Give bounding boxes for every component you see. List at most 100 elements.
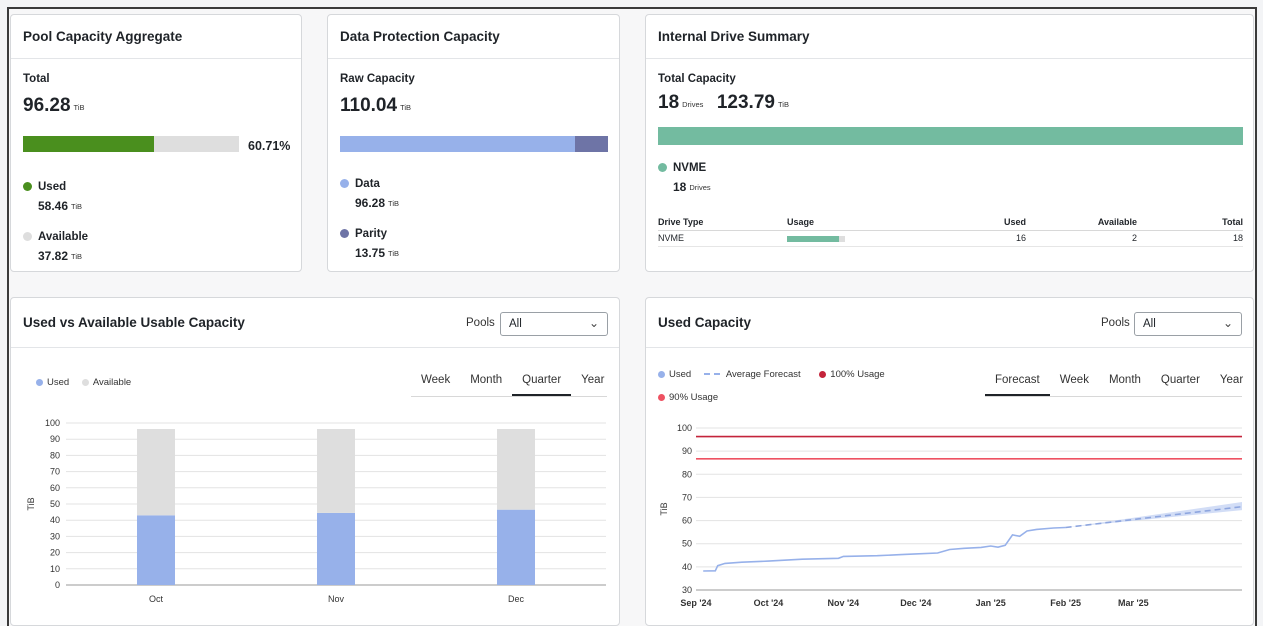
y-tick-label: 90 [50, 434, 60, 444]
x-tick-label: Dec [508, 594, 525, 604]
total-unit: TiB [73, 103, 85, 112]
tab-quarter[interactable]: Quarter [1151, 374, 1210, 396]
used-percent: 60.71% [248, 139, 291, 153]
pool-capacity-card: Pool Capacity Aggregate Total 96.28 TiB 6… [10, 14, 302, 272]
used-capacity-legend: Used Average Forecast 100% Usage [658, 369, 885, 380]
tab-week[interactable]: Week [1050, 374, 1099, 396]
legend-90: 90% Usage [669, 392, 719, 403]
drive-capacity-unit: TiB [777, 100, 789, 109]
tab-month[interactable]: Month [460, 374, 512, 396]
y-tick-label: 60 [682, 516, 692, 526]
tab-month[interactable]: Month [1099, 374, 1151, 396]
y-tick-label: 80 [682, 469, 692, 479]
drive-capacity: 123.79 [716, 92, 775, 113]
available-dot-icon [23, 232, 32, 241]
parity-fill [574, 136, 608, 152]
legend-data-label: Data [355, 178, 380, 190]
parity-unit: TiB [388, 249, 400, 258]
data-dot-icon [340, 179, 349, 188]
pools-select-value: All [509, 318, 522, 330]
bar-used [137, 515, 175, 585]
usable-capacity-card: Used vs Available Usable Capacity Pools … [10, 297, 620, 626]
available-dot-icon [81, 379, 89, 386]
y-tick-label: 40 [50, 515, 60, 525]
usable-capacity-chart: 0 10 20 30 40 50 60 70 80 90 100 TiB Oct Nov Dec [26, 418, 606, 604]
legend-100: 100% Usage [830, 369, 885, 380]
row-drive-type: NVME [658, 233, 685, 243]
y-tick-label: 30 [50, 531, 60, 541]
bar-used [317, 512, 355, 585]
tab-forecast[interactable]: Forecast [985, 374, 1050, 396]
available-fill [154, 136, 239, 152]
bar-available [137, 429, 175, 516]
x-tick-label: Sep '24 [680, 598, 711, 608]
raw-capacity-value: 110.04 [340, 95, 398, 116]
legend-available: Available 37.82 TiB [23, 227, 88, 263]
raw-capacity-group: 110.04 TiB [340, 95, 411, 117]
y-tick-label: 50 [682, 539, 692, 549]
table-row: NVME 16 2 18 [658, 231, 1243, 247]
tab-year[interactable]: Year [571, 374, 614, 396]
card-title: Used Capacity [658, 315, 752, 330]
pool-usage-bar [23, 136, 239, 152]
y-tick-label: 0 [55, 580, 60, 590]
total-label: Total [23, 73, 50, 85]
y-tick-label: 100 [677, 423, 692, 433]
used-value: 58.46 [38, 199, 69, 213]
row-usage-fill [787, 236, 839, 242]
chevron-down-icon: ⌄ [1222, 316, 1233, 330]
total-value-group: 96.28 TiB [23, 95, 85, 117]
protection-bar [340, 136, 608, 152]
y-tick-label: 90 [682, 446, 692, 456]
y-tick-label: 70 [50, 467, 60, 477]
pools-select-value: All [1143, 318, 1156, 330]
pools-label: Pools [466, 317, 495, 329]
col-usage: Usage [787, 217, 815, 227]
col-total: Total [1222, 217, 1243, 227]
nvme-count: 18 [673, 180, 687, 194]
used-dot-icon [658, 371, 665, 378]
used-capacity-chart: 30 40 50 60 70 80 90 100 TiB Sep '24 Oct '24 Nov '2… [659, 423, 1243, 608]
forecast-dash-icon [703, 373, 720, 375]
usage-90-dot-icon [658, 394, 665, 401]
total-value: 96.28 [23, 95, 71, 116]
y-axis-label: TiB [26, 497, 36, 510]
usable-period-tabs: Week Month Quarter Year [411, 374, 607, 397]
x-tick-label: Oct '24 [754, 598, 784, 608]
drive-table-header: Drive Type Usage Used Available Total [658, 215, 1243, 231]
legend-data: Data 96.28 TiB [340, 174, 399, 210]
y-tick-label: 50 [50, 499, 60, 509]
tab-quarter[interactable]: Quarter [512, 374, 572, 396]
used-fill [23, 136, 155, 152]
y-tick-label: 40 [682, 562, 692, 572]
tab-week[interactable]: Week [411, 374, 460, 396]
tab-year[interactable]: Year [1210, 374, 1253, 396]
drive-summary-header: Internal Drive Summary [646, 15, 1253, 59]
pools-select[interactable]: All ⌄ [500, 312, 608, 336]
used-capacity-card: Used Capacity Pools All ⌄ Used Average F… [645, 297, 1254, 626]
drive-count: 18 [658, 92, 680, 113]
legend-nvme-label: NVME [673, 162, 707, 174]
usage-100-dot-icon [819, 371, 827, 378]
available-unit: TiB [71, 252, 83, 261]
x-tick-label: Oct [149, 594, 164, 604]
usable-legend: Used Available [36, 377, 131, 388]
total-capacity-label: Total Capacity [658, 73, 736, 85]
used-dot-icon [23, 182, 32, 191]
nvme-dot-icon [658, 163, 667, 172]
card-title: Used vs Available Usable Capacity [23, 315, 245, 330]
raw-capacity-label: Raw Capacity [340, 73, 415, 85]
pools-select[interactable]: All ⌄ [1134, 312, 1242, 336]
chevron-down-icon: ⌄ [588, 316, 599, 330]
col-drive-type: Drive Type [658, 217, 704, 227]
nvme-count-unit: Drives [689, 183, 711, 192]
x-tick-label: Feb '25 [1050, 598, 1081, 608]
x-tick-label: Dec '24 [900, 598, 931, 608]
data-unit: TiB [388, 199, 400, 208]
bar-available [317, 429, 355, 513]
y-tick-label: 100 [45, 418, 60, 428]
legend-forecast: Average Forecast [725, 369, 801, 380]
data-protection-card: Data Protection Capacity Raw Capacity 11… [327, 14, 620, 272]
y-tick-label: 20 [50, 548, 60, 558]
legend-used: Used [47, 377, 70, 388]
